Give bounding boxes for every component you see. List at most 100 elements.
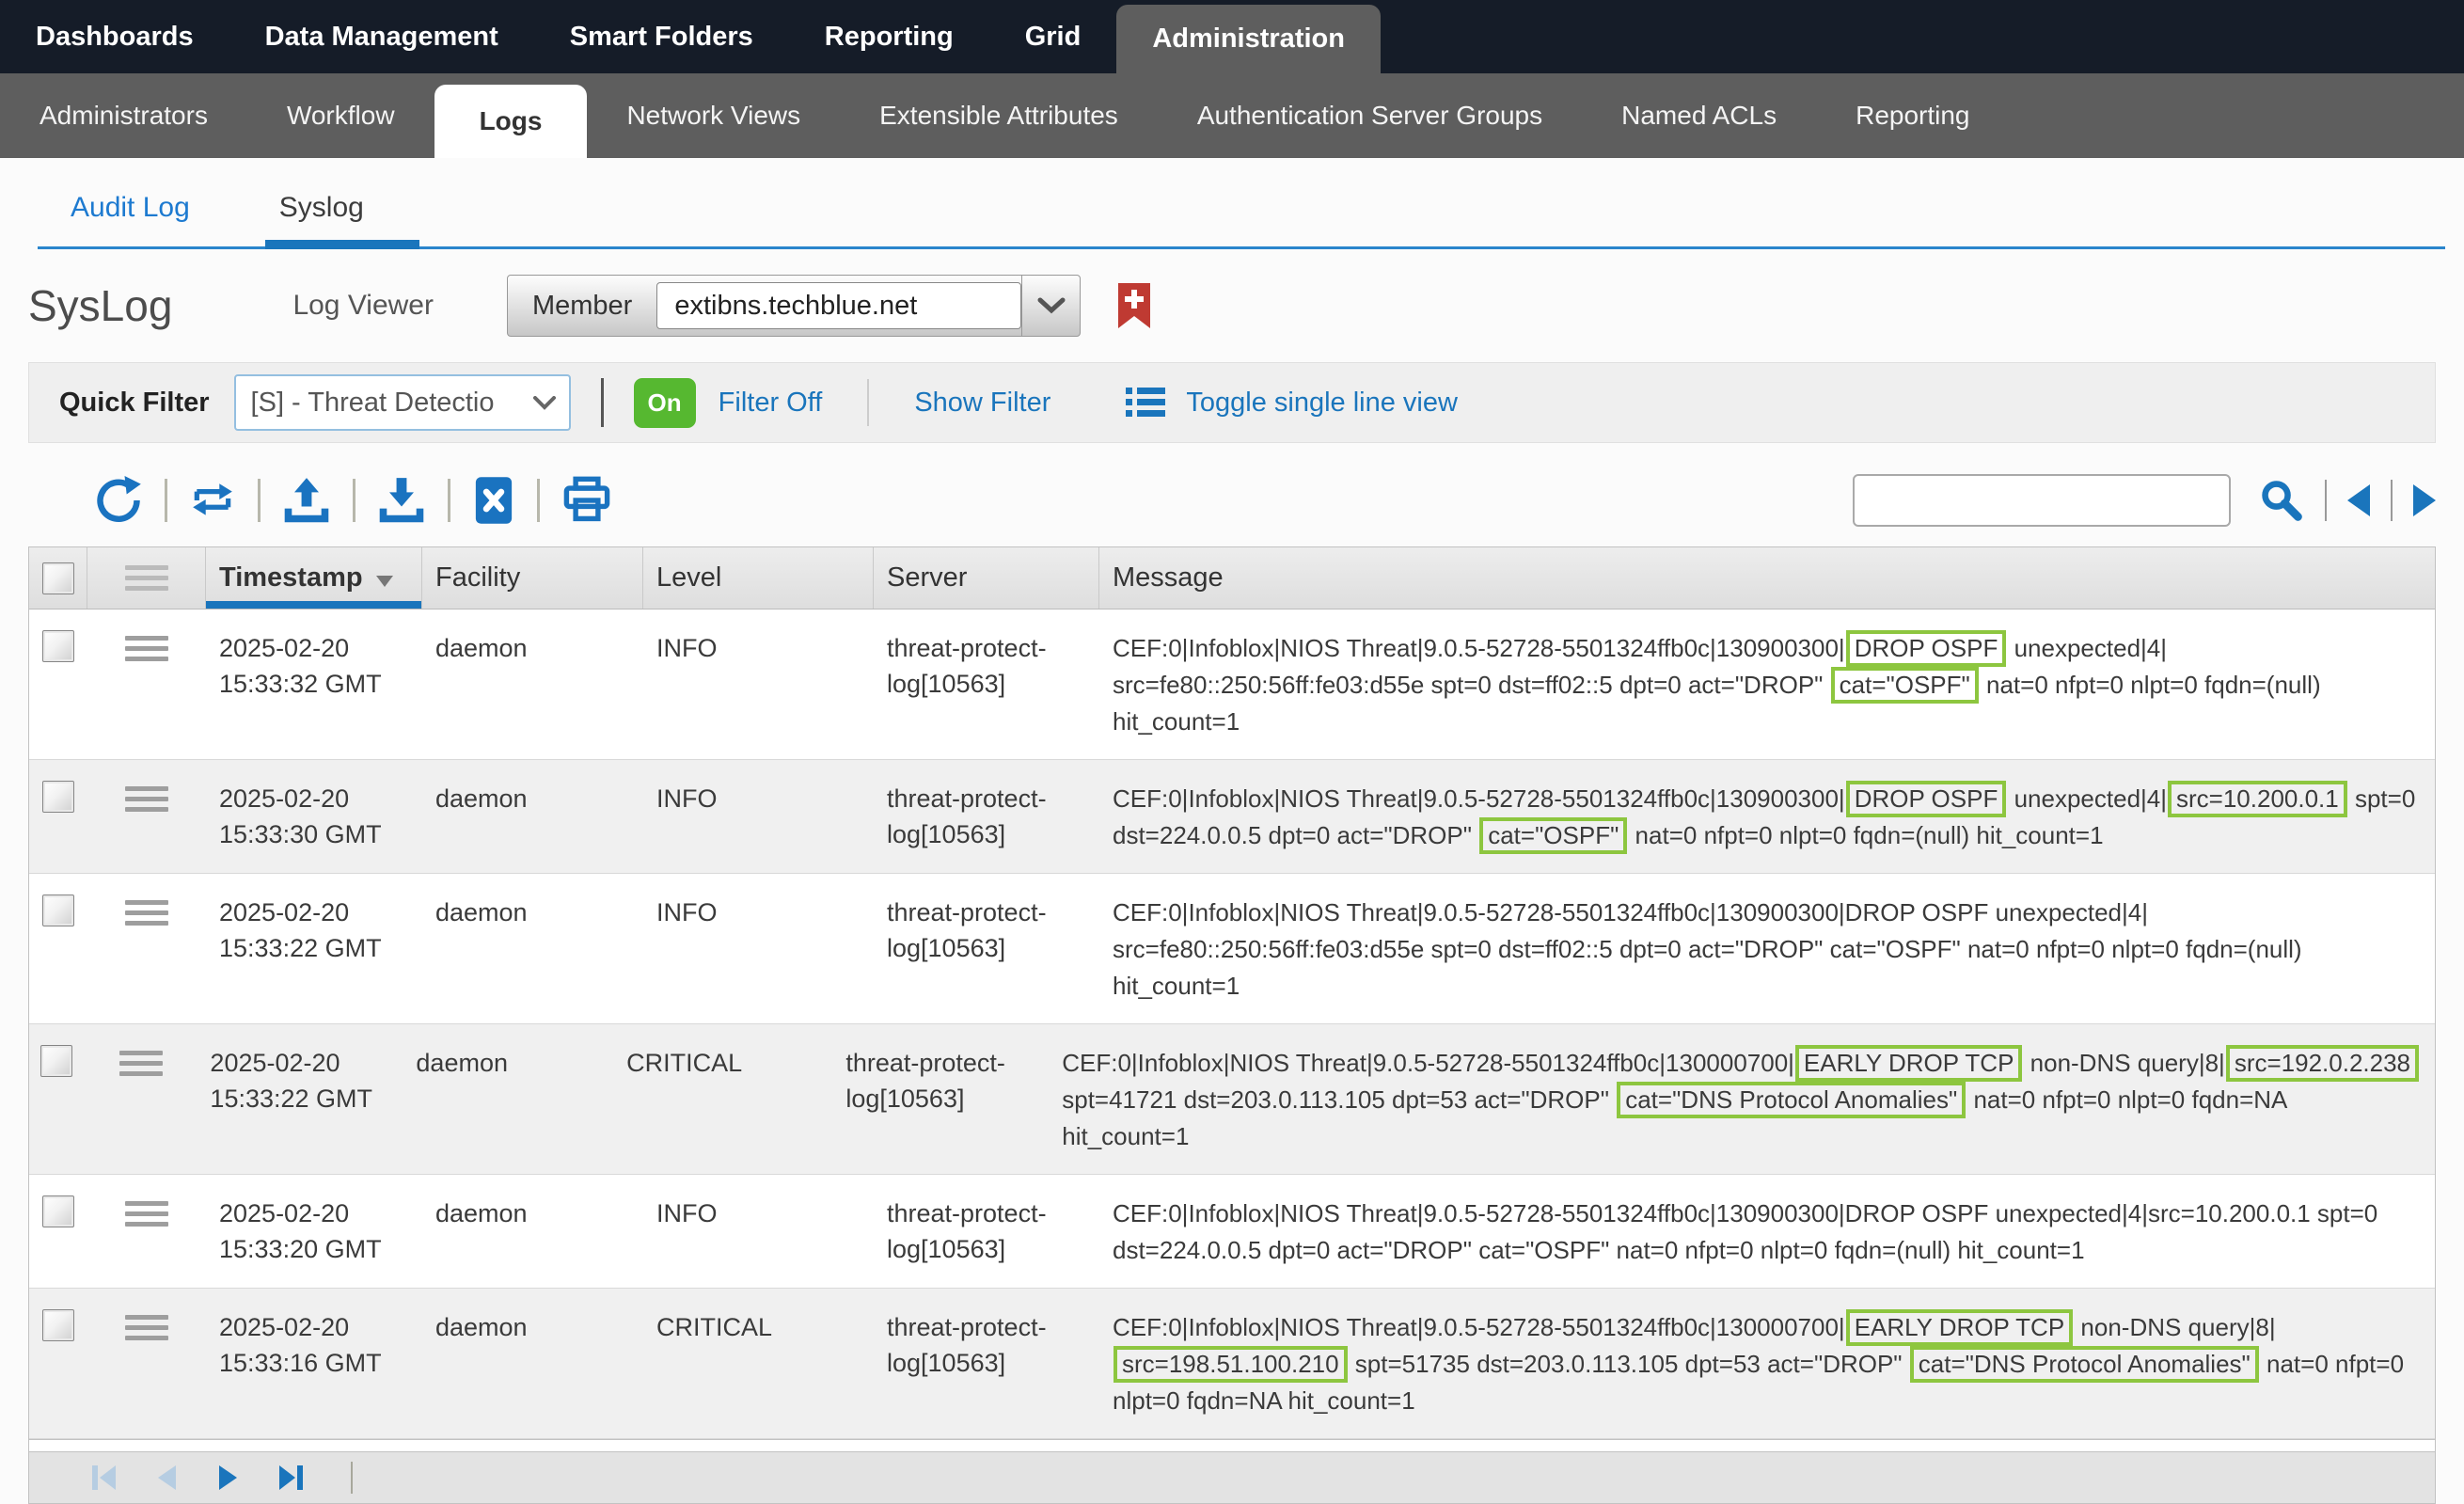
member-selector: Member extibns.techblue.net bbox=[507, 275, 1081, 337]
row-checkbox[interactable] bbox=[42, 1309, 74, 1341]
search-input[interactable] bbox=[1853, 474, 2231, 527]
table-row[interactable]: 2025-02-2015:33:30 GMTdaemonINFOthreat-p… bbox=[29, 760, 2435, 874]
show-filter-link[interactable]: Show Filter bbox=[914, 388, 1050, 419]
sub-nav-item-extensible-attributes[interactable]: Extensible Attributes bbox=[840, 73, 1158, 158]
divider bbox=[165, 479, 167, 522]
row-checkbox[interactable] bbox=[42, 781, 74, 813]
message-text: src=fe80::250:56ff:fe03:d55e spt=0 dst=f… bbox=[1113, 671, 1830, 699]
row-checkbox[interactable] bbox=[42, 894, 74, 926]
first-page-icon[interactable] bbox=[87, 1461, 121, 1495]
table-row[interactable]: 2025-02-2015:33:22 GMTdaemonINFOthreat-p… bbox=[29, 874, 2435, 1024]
top-nav-item-administration[interactable]: Administration bbox=[1116, 5, 1381, 73]
search-next-icon[interactable] bbox=[2413, 484, 2436, 516]
message-text: hit_count=1 bbox=[1113, 972, 1240, 1000]
last-page-icon[interactable] bbox=[274, 1461, 308, 1495]
column-menu-icon[interactable] bbox=[125, 565, 168, 591]
prev-page-icon[interactable] bbox=[150, 1461, 183, 1495]
upload-icon[interactable] bbox=[282, 476, 331, 525]
column-header-timestamp[interactable]: Timestamp bbox=[206, 547, 422, 609]
next-page-icon[interactable] bbox=[212, 1461, 245, 1495]
cell-facility: daemon bbox=[422, 781, 643, 854]
divider bbox=[351, 1462, 353, 1494]
chevron-down-icon bbox=[1037, 297, 1066, 314]
message-text: CEF:0|Infoblox|NIOS Threat|9.0.5-52728-5… bbox=[1113, 784, 1845, 813]
select-all-checkbox[interactable] bbox=[42, 562, 74, 594]
cell-server: threat-protect-log[10563] bbox=[874, 1309, 1099, 1419]
message-text: nat=0 nfpt=0 bbox=[2260, 1350, 2404, 1378]
row-checkbox[interactable] bbox=[40, 1045, 72, 1077]
sub-nav-item-workflow[interactable]: Workflow bbox=[247, 73, 434, 158]
sub-nav-item-logs[interactable]: Logs bbox=[434, 85, 588, 158]
row-menu-icon[interactable] bbox=[125, 900, 168, 926]
row-menu-icon[interactable] bbox=[125, 786, 168, 812]
row-menu-icon[interactable] bbox=[125, 636, 168, 661]
cell-level: CRITICAL bbox=[613, 1045, 832, 1155]
sub-nav-item-reporting[interactable]: Reporting bbox=[1816, 73, 2009, 158]
horizontal-scrollbar[interactable] bbox=[28, 1440, 2436, 1451]
search-prev-icon[interactable] bbox=[2347, 484, 2370, 516]
cell-message: CEF:0|Infoblox|NIOS Threat|9.0.5-52728-5… bbox=[1099, 781, 2435, 854]
sub-nav-item-named-acls[interactable]: Named ACLs bbox=[1582, 73, 1816, 158]
cell-server: threat-protect-log[10563] bbox=[874, 781, 1099, 854]
top-nav-item-smart-folders[interactable]: Smart Folders bbox=[534, 0, 789, 73]
top-nav-item-data-management[interactable]: Data Management bbox=[229, 0, 534, 73]
divider bbox=[601, 378, 604, 427]
transfer-icon[interactable] bbox=[189, 478, 236, 523]
column-header-message[interactable]: Message bbox=[1099, 547, 2435, 609]
row-menu-icon[interactable] bbox=[125, 1201, 168, 1227]
single-line-view-icon[interactable] bbox=[1124, 384, 1167, 421]
cell-timestamp: 2025-02-2015:33:22 GMT bbox=[197, 1045, 403, 1155]
table-header: Timestamp Facility Level Server Message bbox=[29, 547, 2435, 610]
divider bbox=[353, 479, 355, 522]
print-icon[interactable] bbox=[561, 476, 612, 525]
quick-filter-select[interactable]: [S] - Threat Detectio bbox=[234, 374, 571, 431]
tab-audit-log[interactable]: Audit Log bbox=[71, 192, 190, 224]
cell-level: INFO bbox=[643, 894, 874, 1005]
refresh-icon[interactable] bbox=[94, 476, 143, 525]
cell-level: INFO bbox=[643, 630, 874, 740]
threat-highlight: src=198.51.100.210 bbox=[1114, 1346, 1348, 1383]
top-nav-item-reporting[interactable]: Reporting bbox=[789, 0, 989, 73]
sub-nav-item-administrators[interactable]: Administrators bbox=[0, 73, 247, 158]
cell-facility: daemon bbox=[422, 1195, 643, 1269]
export-csv-icon[interactable] bbox=[472, 475, 515, 526]
search-icon[interactable] bbox=[2259, 478, 2304, 523]
filter-on-button[interactable]: On bbox=[634, 378, 696, 428]
cell-timestamp: 2025-02-2015:33:22 GMT bbox=[206, 894, 422, 1005]
member-value-input[interactable]: extibns.techblue.net bbox=[656, 282, 1021, 329]
message-text: src=fe80::250:56ff:fe03:d55e spt=0 dst=f… bbox=[1113, 935, 2302, 963]
divider bbox=[2391, 480, 2393, 521]
toggle-single-line-link[interactable]: Toggle single line view bbox=[1186, 388, 1458, 419]
column-label: Timestamp bbox=[219, 562, 363, 594]
filter-off-link[interactable]: Filter Off bbox=[719, 388, 823, 419]
download-icon[interactable] bbox=[377, 476, 426, 525]
row-checkbox[interactable] bbox=[42, 1195, 74, 1227]
message-text: spt=0 bbox=[2348, 784, 2416, 813]
column-header-facility[interactable]: Facility bbox=[422, 547, 643, 609]
member-dropdown-button[interactable] bbox=[1021, 276, 1080, 336]
sub-nav-item-authentication-server-groups[interactable]: Authentication Server Groups bbox=[1158, 73, 1582, 158]
quick-filter-label: Quick Filter bbox=[59, 388, 210, 419]
column-label: Level bbox=[656, 562, 721, 594]
cell-facility: daemon bbox=[403, 1045, 613, 1155]
table-row[interactable]: 2025-02-2015:33:20 GMTdaemonINFOthreat-p… bbox=[29, 1175, 2435, 1289]
table-row[interactable]: 2025-02-2015:33:22 GMTdaemonCRITICALthre… bbox=[29, 1024, 2435, 1175]
column-header-level[interactable]: Level bbox=[643, 547, 874, 609]
top-nav-item-grid[interactable]: Grid bbox=[989, 0, 1117, 73]
threat-highlight: cat="DNS Protocol Anomalies" bbox=[1910, 1346, 2259, 1383]
threat-highlight: EARLY DROP TCP bbox=[1846, 1309, 2074, 1346]
tab-syslog[interactable]: Syslog bbox=[279, 192, 364, 224]
column-header-server[interactable]: Server bbox=[874, 547, 1099, 609]
table-row[interactable]: 2025-02-2015:33:32 GMTdaemonINFOthreat-p… bbox=[29, 610, 2435, 760]
row-menu-icon[interactable] bbox=[125, 1315, 168, 1340]
message-text: unexpected|4| bbox=[2007, 784, 2167, 813]
row-menu-icon[interactable] bbox=[119, 1051, 163, 1076]
table-row[interactable]: 2025-02-2015:33:16 GMTdaemonCRITICALthre… bbox=[29, 1289, 2435, 1439]
sort-desc-icon bbox=[376, 576, 393, 587]
top-nav-item-dashboards[interactable]: Dashboards bbox=[0, 0, 229, 73]
admin-sub-nav: AdministratorsWorkflowLogsNetwork ViewsE… bbox=[0, 73, 2464, 158]
sub-nav-item-network-views[interactable]: Network Views bbox=[587, 73, 840, 158]
row-checkbox[interactable] bbox=[42, 630, 74, 662]
bookmark-add-button[interactable] bbox=[1114, 281, 1154, 330]
message-text: dst=224.0.0.5 dpt=0 act="DROP" bbox=[1113, 821, 1478, 849]
